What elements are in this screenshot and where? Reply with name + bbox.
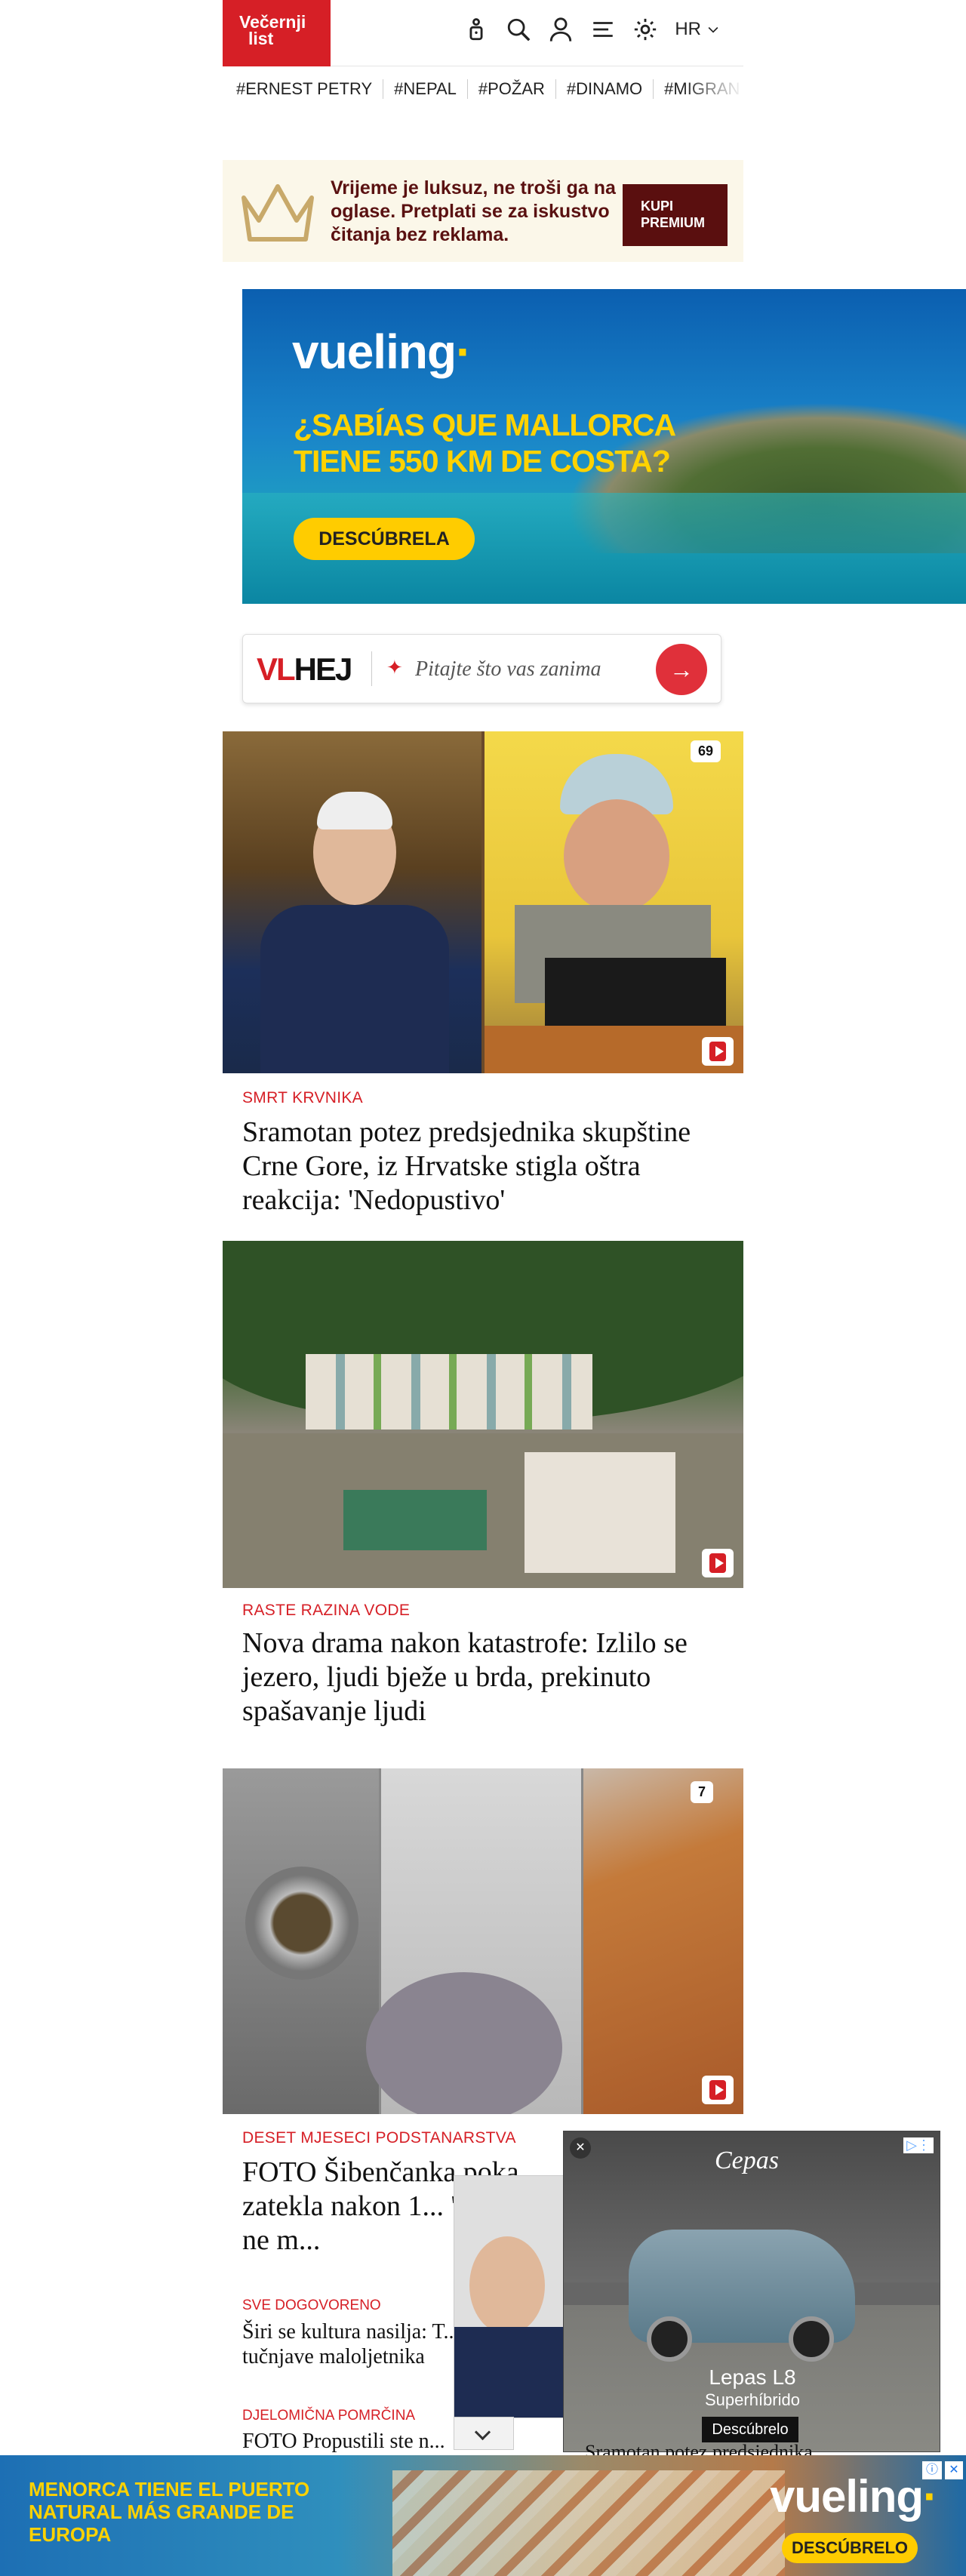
tag-link[interactable]: #NEPAL (383, 79, 467, 99)
car-wheel (647, 2316, 692, 2362)
vlhej-logo-black: HEJ (294, 651, 353, 687)
person-face (564, 799, 669, 913)
article-headline[interactable]: Sramotan potez predsjednika skupštine Cr… (242, 1116, 725, 1217)
photo-sink (223, 1768, 379, 2114)
bottom-ad-text: MENORCA TIENE EL PUERTO NATURAL MÁS GRAN… (29, 2478, 310, 2546)
premium-banner: Vrijeme je luksuz, ne troši ga na oglase… (223, 160, 743, 262)
vueling-ad[interactable]: vueling· ¿SABÍAS QUE MALLORCA TIENE 550 … (242, 289, 966, 604)
photo-wood (583, 1768, 743, 2114)
tag-link[interactable]: #POŽAR (466, 79, 555, 99)
trending-tags: #ERNEST PETRY #NEPAL #POŽAR #DINAMO #MIG… (223, 69, 743, 109)
person-suit (260, 905, 449, 1073)
crown-icon (242, 184, 314, 242)
ad-cta-button[interactable]: DESCÚBRELA (294, 518, 475, 560)
photo-right (485, 731, 743, 1073)
header-icons: HR (463, 17, 721, 42)
mini-player-face (469, 2236, 545, 2334)
ad-brand-logo: vueling· (292, 324, 472, 380)
close-icon[interactable]: ✕ (570, 2137, 591, 2159)
mini-player-suit (454, 2327, 566, 2418)
buy-premium-button[interactable]: KUPI PREMIUM (623, 184, 728, 246)
rug (366, 1972, 562, 2114)
vlhej-search-box: VLHEJ ✦ → (242, 634, 721, 703)
search-icon[interactable] (506, 17, 531, 42)
vlhej-input[interactable] (415, 653, 664, 686)
logo-line2: list (248, 29, 274, 48)
tag-link[interactable]: #DINAMO (555, 79, 653, 99)
info-icon[interactable]: ⓘ (922, 2461, 942, 2479)
premium-text: Vrijeme je luksuz, ne troši ga na oglase… (331, 177, 616, 245)
article-kicker[interactable]: DJELOMIČNA POMRČINA (242, 2408, 415, 2424)
article-headline[interactable]: FOTO Propustili ste n... (242, 2429, 461, 2454)
play-video-icon[interactable] (702, 1037, 734, 1066)
photo-floor (366, 1768, 581, 2114)
adchoices-icon[interactable]: ▷⋮ (903, 2137, 934, 2153)
photo-left (223, 731, 481, 1073)
submit-arrow-button[interactable]: → (656, 644, 707, 695)
article-kicker[interactable]: SMRT KRVNIKA (242, 1089, 363, 1107)
logo-line1: Večernji (239, 12, 306, 32)
white-house (525, 1452, 675, 1573)
article-headline[interactable]: Nova drama nakon katastrofe: Izlilo se j… (242, 1627, 725, 1728)
bottom-ad-brand-text: vueling (770, 2471, 924, 2522)
user-icon[interactable] (548, 17, 574, 42)
brand-dot-icon: · (456, 325, 472, 379)
play-video-icon[interactable] (702, 1549, 734, 1577)
menu-icon[interactable] (590, 17, 616, 42)
pot (245, 1867, 358, 1980)
vlhej-logo-red: VL (257, 651, 296, 687)
article-kicker[interactable]: SVE DOGOVORENO (242, 2297, 381, 2314)
ad-brand-text: vueling (292, 325, 457, 379)
person-hair (317, 792, 392, 829)
bottom-ad-brand: vueling· (770, 2470, 938, 2522)
village-houses (306, 1354, 592, 1430)
photo-count-badge: 7 (691, 1781, 714, 1803)
article-image[interactable]: 69 (223, 731, 743, 1073)
bottom-sticky-ad[interactable]: MENORCA TIENE EL PUERTO NATURAL MÁS GRAN… (0, 2455, 966, 2576)
page: Večernji list HR #ERNEST PETRY #NEPAL #P… (0, 0, 966, 2576)
ad-headline-line1: ¿SABÍAS QUE MALLORCA (294, 408, 676, 442)
divider (371, 651, 372, 686)
article-kicker[interactable]: RASTE RAZINA VODE (242, 1602, 410, 1620)
play-video-icon[interactable] (702, 2076, 734, 2104)
video-ad-subtitle: Superhíbrido (705, 2390, 800, 2409)
site-header: Večernji list HR (223, 0, 743, 66)
premium-person-icon[interactable] (463, 17, 489, 42)
video-ad-cta-button[interactable]: Descúbrelo (702, 2417, 798, 2442)
tag-link[interactable]: #ERNEST PETRY (223, 79, 383, 99)
tags-fade (683, 69, 743, 109)
bottom-ad-cta-button[interactable]: DESCÚBRELO (782, 2533, 918, 2563)
green-roof-house (343, 1490, 487, 1550)
vlhej-logo: VLHEJ (257, 651, 353, 688)
language-selector[interactable]: HR (675, 19, 721, 40)
gear-icon[interactable] (632, 17, 658, 42)
language-label: HR (675, 19, 701, 39)
article-kicker[interactable]: DESET MJESECI PODSTANARSTVA (242, 2129, 516, 2147)
article-image[interactable] (223, 1241, 743, 1588)
site-logo[interactable]: Večernji list (223, 0, 331, 66)
car-wheel (789, 2316, 834, 2362)
ad-headline-line2: TIENE 550 KM DE COSTA? (294, 444, 671, 479)
sparkle-icon: ✦ (386, 656, 403, 679)
chevron-down-icon (708, 26, 718, 33)
article-image[interactable]: 7 (223, 1768, 743, 2114)
ad-town-image (392, 2470, 785, 2576)
monitor (545, 958, 726, 1026)
photo-count-badge: 69 (691, 740, 721, 762)
mini-video-player[interactable] (454, 2175, 567, 2418)
ad-headline: ¿SABÍAS QUE MALLORCA TIENE 550 KM DE COS… (294, 407, 676, 479)
video-ad-brand: Cepas (715, 2147, 779, 2174)
video-ad-overlay[interactable]: Cepas Lepas L8 Superhíbrido Descúbrelo ✕… (563, 2131, 940, 2452)
close-icon[interactable]: ✕ (945, 2461, 963, 2479)
video-ad-model: Lepas L8 (709, 2365, 796, 2389)
collapse-player-button[interactable] (454, 2417, 514, 2450)
